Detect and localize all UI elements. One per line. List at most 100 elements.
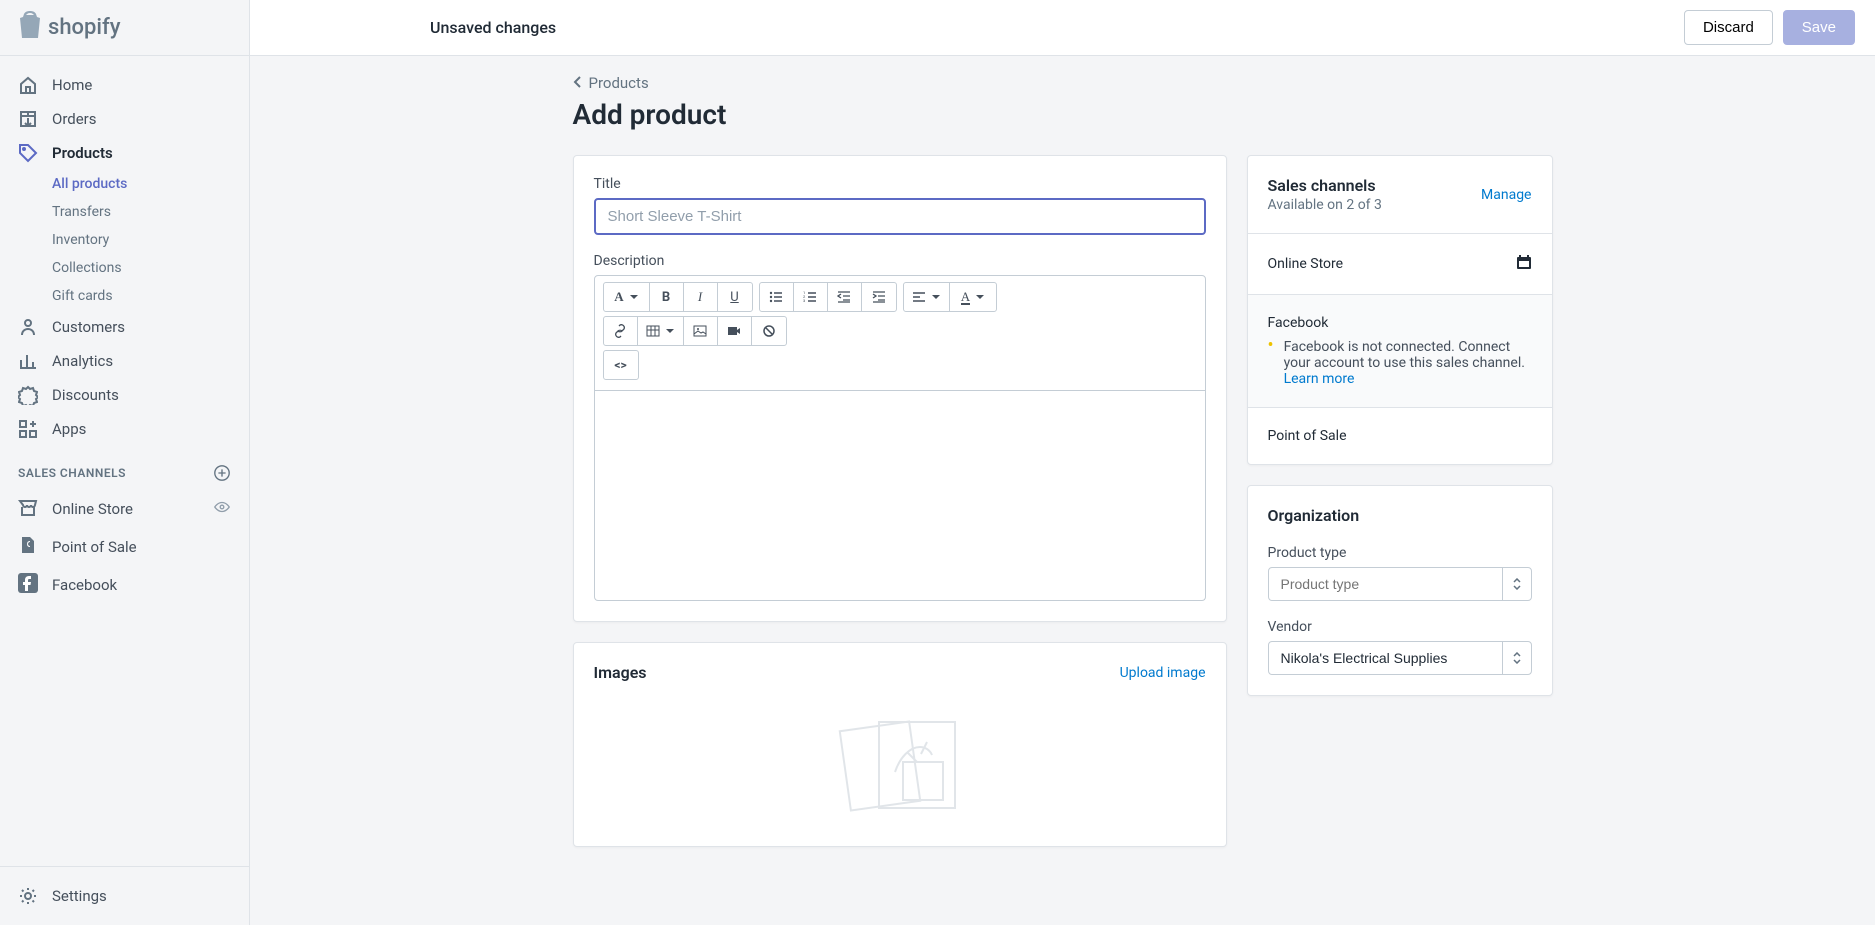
logo-area: shopify [0,0,249,56]
vendor-label: Vendor [1268,619,1532,635]
channel-pos-label: Point of Sale [52,538,137,556]
shopify-logo[interactable]: shopify [18,11,121,45]
nav-customers[interactable]: Customers [0,310,249,344]
breadcrumb[interactable]: Products [573,74,1553,92]
warning-bullet-icon: • [1268,339,1274,387]
title-label: Title [594,176,1206,192]
learn-more-link[interactable]: Learn more [1284,371,1355,387]
sidebar: shopify Home Orders Products All product… [0,0,250,925]
facebook-warning-a: Facebook is not connected. [1284,339,1455,355]
upload-image-link[interactable]: Upload image [1120,665,1206,681]
orders-icon [18,109,38,129]
nav-settings[interactable]: Settings [0,879,249,913]
chevron-left-icon [573,74,583,92]
product-type-select[interactable] [1268,567,1532,601]
channel-online-store-label: Online Store [52,500,133,518]
nav-orders[interactable]: Orders [0,102,249,136]
subnav-gift-cards[interactable]: Gift cards [52,282,249,310]
add-channel-icon[interactable] [213,464,231,482]
facebook-icon [18,573,38,597]
discard-button[interactable]: Discard [1684,10,1773,45]
rte-link-button[interactable] [604,317,638,345]
nav: Home Orders Products All products Transf… [0,56,249,866]
rte-italic-button[interactable]: I [684,283,718,311]
page-title: Add product [573,98,1553,131]
rte-number-list-button[interactable]: 123 [794,283,828,311]
topbar: Unsaved changes Discard Save [250,0,1875,56]
breadcrumb-text: Products [589,74,649,92]
rte-html-button[interactable]: <> [604,351,638,379]
calendar-icon[interactable] [1516,254,1532,274]
nav-products-label: Products [52,144,113,162]
nav-home-label: Home [52,76,92,94]
title-input[interactable] [594,198,1206,235]
online-store-icon [18,497,38,521]
description-editor[interactable] [594,391,1206,601]
rte-font-button[interactable]: A [604,283,650,311]
sales-channels-heading: Sales channels [1268,176,1382,195]
nav-home[interactable]: Home [0,68,249,102]
images-card: Images Upload image [573,642,1227,847]
sales-channels-title: SALES CHANNELS [18,466,126,480]
organization-heading: Organization [1268,506,1532,525]
brand-text: shopify [48,15,121,40]
home-icon [18,75,38,95]
channel-pos[interactable]: Point of Sale [0,528,249,566]
sales-channels-card: Sales channels Available on 2 of 3 Manag… [1247,155,1553,465]
nav-settings-label: Settings [52,887,107,905]
rte-indent-button[interactable] [862,283,896,311]
vendor-select[interactable] [1268,641,1532,675]
image-dropzone[interactable] [594,682,1206,826]
rte-image-button[interactable] [684,317,718,345]
rte-clear-button[interactable] [752,317,786,345]
nav-orders-label: Orders [52,110,97,128]
nav-apps[interactable]: Apps [0,412,249,446]
subnav-inventory[interactable]: Inventory [52,226,249,254]
sales-channels-availability: Available on 2 of 3 [1268,197,1382,213]
eye-icon[interactable] [213,498,231,520]
channel-online-store[interactable]: Online Store [0,490,249,528]
rte-color-button[interactable]: A [950,283,996,311]
nav-discounts-label: Discounts [52,386,119,404]
subnav-transfers[interactable]: Transfers [52,198,249,226]
product-details-card: Title Description A [573,155,1227,622]
rte-outdent-button[interactable] [828,283,862,311]
sales-channels-header: SALES CHANNELS [0,446,249,490]
manage-channels-link[interactable]: Manage [1481,187,1531,203]
pos-icon [18,535,38,559]
product-type-label: Product type [1268,545,1532,561]
nav-products[interactable]: Products [0,136,249,170]
rte-toolbar: A B I U [594,275,1206,391]
nav-customers-label: Customers [52,318,125,336]
save-button[interactable]: Save [1783,10,1855,45]
rte-bullet-list-button[interactable] [760,283,794,311]
rte-align-button[interactable] [904,283,950,311]
subnav-collections[interactable]: Collections [52,254,249,282]
images-heading: Images [594,663,647,682]
select-caret-icon [1502,567,1532,601]
nav-analytics[interactable]: Analytics [0,344,249,378]
apps-icon [18,419,38,439]
channel-facebook[interactable]: Facebook [0,566,249,604]
select-caret-icon [1502,641,1532,675]
shopify-bag-icon [18,11,42,45]
sidebar-footer: Settings [0,866,249,925]
nav-products-subnav: All products Transfers Inventory Collect… [0,170,249,310]
rte-bold-button[interactable]: B [650,283,684,311]
channel-row-pos: Point of Sale [1268,428,1347,444]
analytics-icon [18,351,38,371]
products-icon [18,143,38,163]
nav-analytics-label: Analytics [52,352,113,370]
description-label: Description [594,253,1206,269]
discounts-icon [18,385,38,405]
unsaved-changes-label: Unsaved changes [430,18,556,37]
rte-underline-button[interactable]: U [718,283,752,311]
settings-icon [18,886,38,906]
channel-row-facebook-label: Facebook [1268,315,1532,331]
nav-apps-label: Apps [52,420,86,438]
subnav-all-products[interactable]: All products [52,170,249,198]
channel-facebook-label: Facebook [52,576,117,594]
rte-table-button[interactable] [638,317,684,345]
rte-video-button[interactable] [718,317,752,345]
nav-discounts[interactable]: Discounts [0,378,249,412]
